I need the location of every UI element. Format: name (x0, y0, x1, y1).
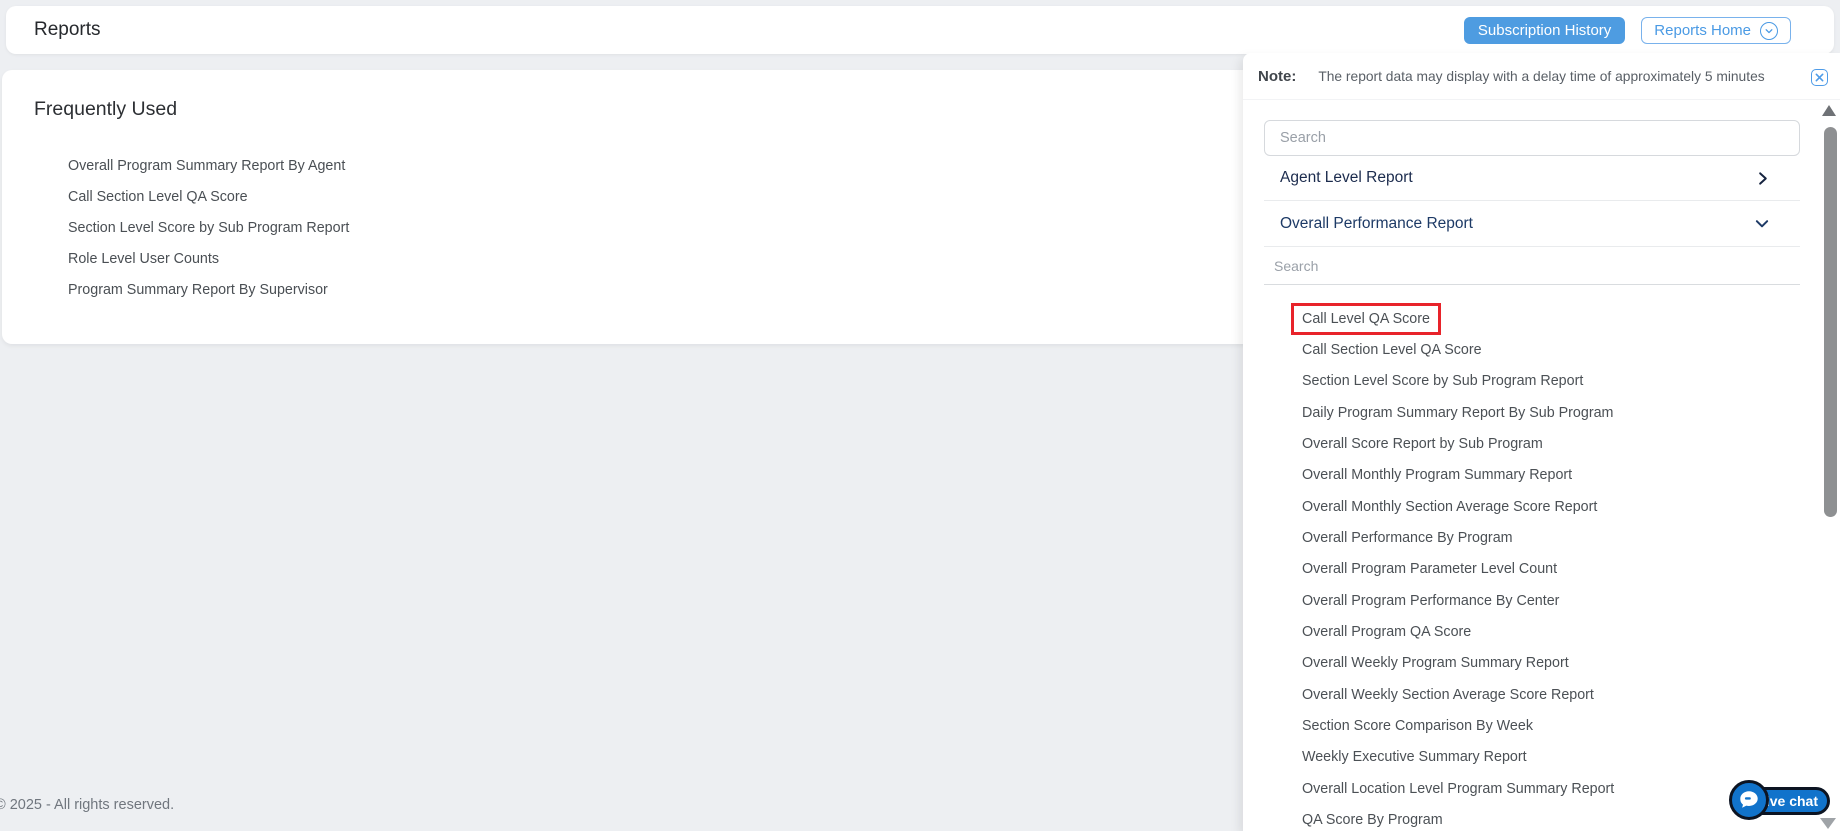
reports-home-button[interactable]: Reports Home (1641, 17, 1791, 44)
report-list-item[interactable]: Weekly Executive Summary Report (1264, 742, 1800, 773)
note-close-button[interactable] (1811, 69, 1828, 86)
report-list-item[interactable]: Section Level Score by Sub Program Repor… (1264, 366, 1800, 397)
category-row-overall-performance-report[interactable]: Overall Performance Report (1264, 201, 1800, 247)
report-sub-search-input[interactable] (1264, 247, 1800, 285)
category-row-agent-level-report[interactable]: Agent Level Report (1264, 156, 1800, 201)
report-list-item[interactable]: Overall Program QA Score (1264, 616, 1800, 647)
frequently-used-list: Overall Program Summary Report By Agent … (68, 151, 349, 305)
chevron-down-icon (1754, 216, 1770, 231)
report-list-item[interactable]: Overall Monthly Program Summary Report (1264, 460, 1800, 491)
top-bar: Reports Subscription History Reports Hom… (6, 6, 1834, 54)
scrollbar-up-arrow[interactable] (1822, 105, 1836, 116)
report-list-item[interactable]: Call Section Level QA Score (1264, 334, 1800, 365)
frequently-used-item[interactable]: Role Level User Counts (68, 243, 349, 274)
frequently-used-item[interactable]: Section Level Score by Sub Program Repor… (68, 213, 349, 244)
reports-dropdown-panel: Note: The report data may display with a… (1243, 53, 1840, 831)
top-bar-actions: Subscription History Reports Home (1464, 17, 1791, 44)
chevron-right-icon (1755, 171, 1770, 186)
report-list-item[interactable]: Overall Performance By Program (1264, 522, 1800, 553)
frequently-used-heading: Frequently Used (34, 98, 177, 121)
chevron-down-circle-icon (1760, 22, 1778, 40)
page-title: Reports (34, 19, 101, 41)
report-list-item[interactable]: Section Score Comparison By Week (1264, 710, 1800, 741)
report-list-item[interactable]: Daily Program Summary Report By Sub Prog… (1264, 397, 1800, 428)
note-bar: Note: The report data may display with a… (1243, 53, 1840, 100)
panel-body: Agent Level Report Overall Performance R… (1243, 100, 1840, 831)
report-list-item[interactable]: Overall Weekly Section Average Score Rep… (1264, 679, 1800, 710)
report-list-item[interactable]: Overall Monthly Section Average Score Re… (1264, 491, 1800, 522)
reports-home-label: Reports Home (1654, 22, 1751, 39)
frequently-used-item[interactable]: Program Summary Report By Supervisor (68, 274, 349, 305)
note-text: The report data may display with a delay… (1318, 69, 1764, 84)
report-list-item-highlighted[interactable]: Call Level QA Score (1264, 303, 1800, 334)
subscription-history-button[interactable]: Subscription History (1464, 17, 1625, 44)
highlight-box: Call Level QA Score (1291, 303, 1441, 335)
scrollbar-thumb[interactable] (1824, 127, 1837, 517)
report-search-input[interactable] (1264, 120, 1800, 156)
category-label: Overall Performance Report (1280, 215, 1473, 233)
report-list-item[interactable]: Overall Program Parameter Level Count (1264, 554, 1800, 585)
report-list-item[interactable]: Overall Weekly Program Summary Report (1264, 648, 1800, 679)
category-label: Agent Level Report (1280, 169, 1413, 187)
scrollbar-down-arrow[interactable] (1820, 818, 1836, 829)
subscription-history-label: Subscription History (1478, 22, 1611, 39)
chat-bubble-icon[interactable] (1729, 780, 1769, 820)
note-label: Note: (1258, 68, 1296, 85)
footer-copyright: © 2025 - All rights reserved. (0, 797, 174, 813)
report-list-item[interactable]: Overall Program Performance By Center (1264, 585, 1800, 616)
report-list-item[interactable]: QA Score By Program (1264, 805, 1800, 831)
frequently-used-item[interactable]: Call Section Level QA Score (68, 182, 349, 213)
close-icon (1815, 73, 1824, 82)
frequently-used-item[interactable]: Overall Program Summary Report By Agent (68, 151, 349, 182)
report-list: Call Level QA Score Call Section Level Q… (1264, 303, 1800, 831)
report-list-item[interactable]: Overall Location Level Program Summary R… (1264, 773, 1800, 804)
report-list-item[interactable]: Overall Score Report by Sub Program (1264, 428, 1800, 459)
